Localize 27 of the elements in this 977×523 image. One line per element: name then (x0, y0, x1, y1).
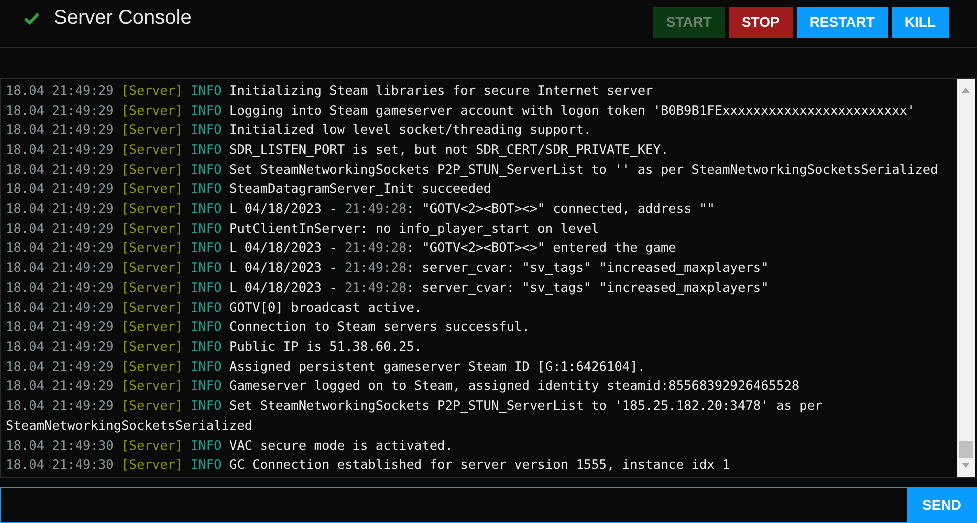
log-line: 18.04 21:49:29 [Server] INFO SDR_LISTEN_PORT is set, but not SDR_CERT/SDR_PRIVATE_KEY. (6, 142, 670, 160)
log-line: 18.04 21:49:29 [Server] INFO Initializing Steam libraries for secure Internet server (6, 82, 654, 101)
send-button[interactable]: SEND (907, 488, 977, 522)
log-line: 18.04 21:49:29 [Server] INFO L 04/18/2023 - 21:49:28: "GOTV<2><BOT><>" connected, address "" (6, 201, 716, 220)
log-line: 18.04 21:49:29 [Server] INFO Gameserver logged on to Steam, assigned identity steamid:85568392926465528 (6, 378, 801, 396)
log-line: 18.04 21:49:30 [Server] INFO GC Connection established for server version 1555, instance idx 1 (6, 457, 732, 476)
log-line: 18.04 21:49:29 [Server] INFO Connection to Steam servers successful. (6, 319, 531, 338)
log-line: 18.04 21:49:29 [Server] INFO Set SteamNetworkingSockets P2P_STUN_ServerList to '' as per SteamNetworkingSocketsSerialized (6, 162, 940, 180)
log-line: 18.04 21:49:30 [Server] INFO VAC secure mode is activated. (6, 438, 454, 456)
log-line: 18.04 21:49:29 [Server] INFO PutClientInServer: no info_player_start on level (6, 220, 600, 239)
log-line: 18.04 21:49:29 [Server] INFO L 04/18/2023 - 21:49:28: "GOTV<2><BOT><>" entered the game (6, 240, 678, 258)
log-line: 18.04 21:49:29 [Server] INFO GOTV[0] broadcast active. (6, 300, 424, 318)
command-field[interactable]: SEND (0, 486, 977, 523)
log-line: 18.04 21:49:29 [Server] INFO L 04/18/2023 - 21:49:28: server_cvar: "sv_tags" "increased_maxplayers" (6, 260, 770, 278)
stop-button[interactable]: STOP (728, 6, 793, 38)
log-line: 18.04 21:49:29 [Server] INFO Set SteamNetworkingSockets P2P_STUN_ServerList to '185.25.182.20:3478' as per SteamNetworkingSocketsSerialized (6, 398, 824, 436)
log-line: 18.04 21:49:29 [Server] INFO Logging into Steam gameserver account with logon token 'B0B9B1FExxxxxxxxxxxxxxxxxxxxxxxx' (6, 102, 916, 121)
log-line: 18.04 21:49:29 [Server] INFO Initialized low level socket/threading support. (6, 122, 593, 140)
log-line: 18.04 21:49:29 [Server] INFO SteamDatagramServer_Init succeeded (6, 181, 492, 200)
log-line: 18.04 21:49:29 [Server] INFO Assigned persistent gameserver Steam ID [G:1:6426104]. (6, 358, 647, 377)
window-title: Server Console (54, 6, 193, 30)
kill-button[interactable]: KILL (892, 6, 949, 38)
restart-button[interactable]: RESTART (796, 6, 888, 38)
log-line: 18.04 21:49:29 [Server] INFO Public IP is 51.38.60.25. (6, 339, 424, 357)
scrollbar[interactable] (957, 78, 977, 477)
log-line: 18.04 21:49:29 [Server] INFO L 04/18/2023 - 21:49:28: server_cvar: "sv_tags" "increased_maxplayers" (6, 280, 770, 298)
check-icon (24, 12, 40, 25)
